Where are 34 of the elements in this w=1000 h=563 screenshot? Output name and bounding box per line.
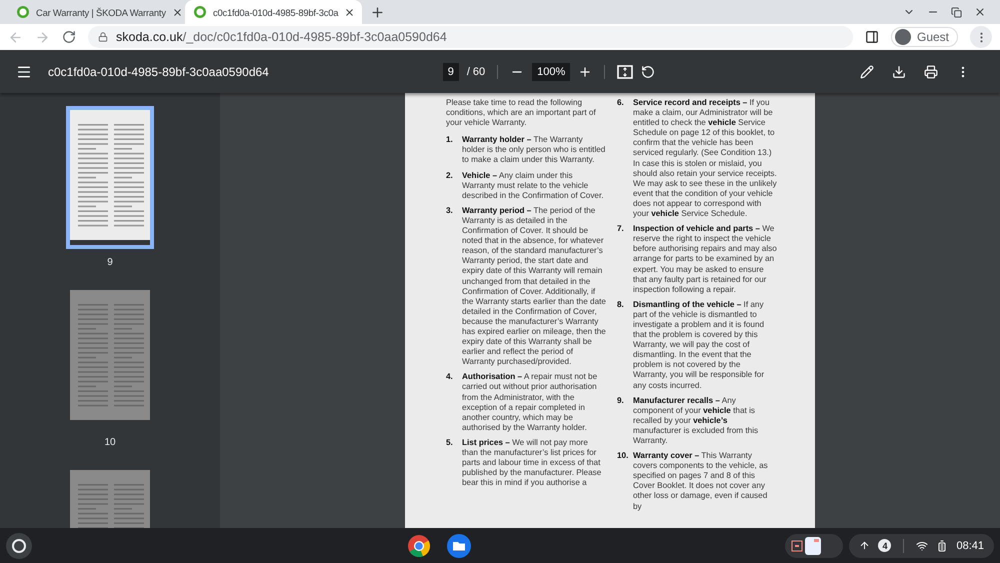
item-number: 1. [446, 135, 454, 146]
browser-tab[interactable]: Car Warranty | ŠKODA Warranty [8, 0, 185, 24]
address-field[interactable]: skoda.co.uk/_doc/c0c1fd0a-010d-4985-89bf-3c0aa0590d64 [88, 26, 853, 48]
condition-text: Authorisation – A repair must not be carried out without prior authorisation from the Administrator, with the exception of a repair completed in another country, which may be authorised by the Warranty holder. [462, 372, 598, 433]
condition-text: Dismantling of the vehicle – If any part of the vehicle is dismantled to investigate a problem and it is found that the problem is covered by this Warranty, we will pay the cost of dismantling. In the event that the problem is not covered by the Warranty, you will be responsible for any costs incurred. [633, 300, 766, 391]
intro-paragraph: Please take time to read the following conditions, which are an important part of your vehicle Warranty. [446, 98, 597, 128]
item-number: 9. [617, 396, 625, 407]
profile-button[interactable]: Guest [890, 27, 958, 47]
item-number: 3. [446, 206, 454, 217]
item-number: 5. [446, 438, 454, 449]
condition-text: Inspection of vehicle and parts – We reserve the right to inspect the vehicle before authorising repairs and may also arrange for parts to be examined by an expert. You may be asked to ensure that any faulty part is retained for our inspection following a repair. [633, 224, 777, 295]
condition-text: Warranty cover – This Warranty covers components to the vehicle, as specified on pages 7 and 8 of this Cover Booklet. It does not cover any other loss or damage, even if caused by [633, 451, 769, 512]
condition-text: Vehicle – Any claim under this Warranty must relate to the vehicle described in the Confirmation of Cover. [462, 170, 605, 201]
condition-text: List prices – We will not pay more than the manufacturer’s list prices for parts and labour time in excess of that published by the manufacturer. Please bear this in mind if you authorise a [462, 438, 602, 488]
status-tray[interactable]: 4 08:41 [849, 534, 994, 558]
page-number-field[interactable]: 9 [442, 62, 459, 80]
condition-text: Service record and receipts – If you make a claim, our Administrator will be entitled to check the vehicle Service Schedule on page 12 of this booklet, to confirm that the vehicle has been serviced regularly. (See Condition 13.) In case this is stolen or mislaid, you should also retain your service receipts. We may ask to see these in the unlikely event that the condition of your vehicle does not appear to correspond with your vehicle Service Schedule. [633, 98, 777, 220]
condition-text: Warranty period – The period of the Warranty is as detailed in the Confirmation of Cover. It should be noted that in the absence, for whatever reason, of the standard manufacturer’s Warranty period, the start date and expiry date of this Warranty will remain unchanged from that detailed in the Confirmation of Cover. Additionally, if the Warranty starts earlier than the date detailed in the Confirmation of Cover, because the manufacturer’s Warranty has expired earlier on mileage, then the expiry date of this Warranty shall be earlier and reflect the period of Warranty purchased/provided. [462, 206, 606, 368]
document-title: c0c1fd0a-010d-4985-89bf-3c0aa0590d64 [48, 64, 270, 78]
zoom-field[interactable]: 100% [532, 62, 570, 80]
item-number: 7. [617, 224, 625, 236]
item-number: 8. [617, 300, 625, 311]
item-number: 2. [446, 170, 454, 182]
item-number: 10. [617, 451, 630, 462]
clock: 08:41 [956, 540, 984, 552]
condition-text: Manufacturer recalls – Any component of your vehicle that is recalled by your vehicle’s manufacturer is excluded from this Warranty. [633, 396, 760, 446]
page-label: 9 [107, 257, 113, 268]
page-count: / 60 [466, 66, 486, 78]
item-number: 6. [617, 98, 625, 109]
notification-count: 4 [878, 539, 892, 552]
page-label: 10 [104, 437, 116, 448]
browser-tab[interactable]: c0c1fd0a-010d-4985-89bf-3c0a [185, 0, 362, 24]
item-number: 4. [446, 372, 454, 384]
condition-text: Warranty holder – The Warranty holder is the only person who is entitled to make a claim under this Warranty. [462, 135, 606, 166]
